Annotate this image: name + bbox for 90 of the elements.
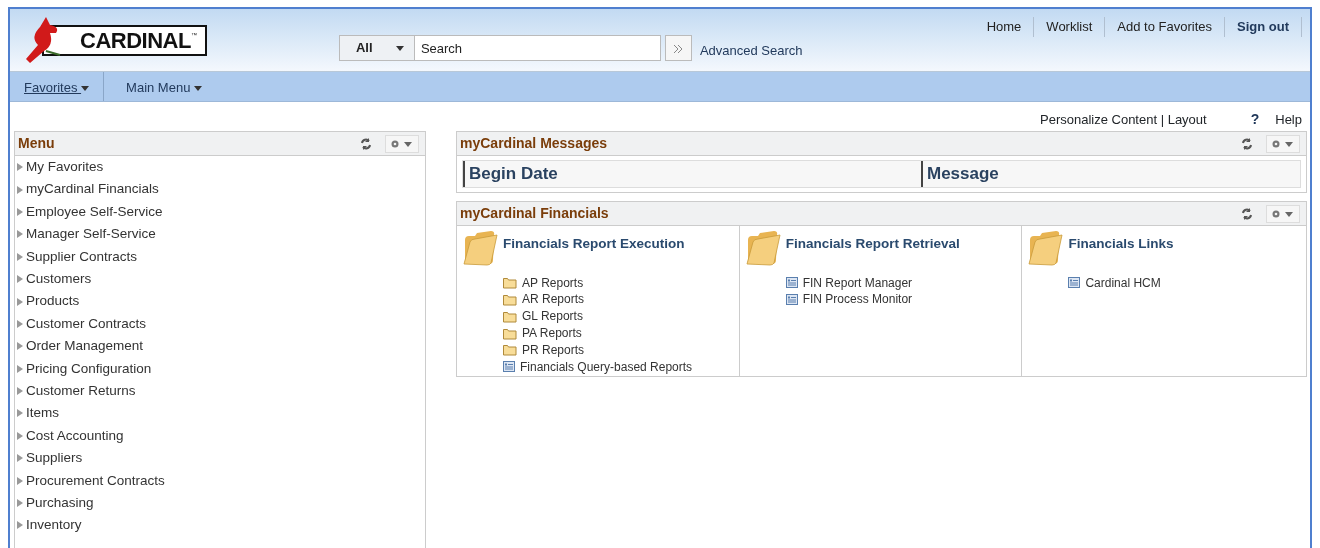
search-button[interactable] xyxy=(664,35,692,61)
header-link[interactable]: Worklist xyxy=(1034,17,1106,37)
report-link[interactable]: PA Reports xyxy=(503,324,693,342)
report-link[interactable]: FIN Process Monitor xyxy=(785,291,960,308)
expand-triangle-icon xyxy=(17,297,23,306)
menu-item[interactable]: Employee Self-Service xyxy=(15,200,425,224)
settings-button[interactable] xyxy=(1266,134,1300,153)
menu-item[interactable]: Order Management xyxy=(15,335,425,358)
caret-icon xyxy=(194,86,202,92)
menu-item[interactable]: Purchasing xyxy=(15,491,425,515)
expand-triangle-icon xyxy=(17,409,23,418)
menu-item[interactable]: Inventory xyxy=(15,514,425,537)
caret-icon xyxy=(81,86,90,92)
header-link[interactable]: Add to Favorites xyxy=(1105,17,1225,37)
report-link[interactable]: AP Reports xyxy=(503,274,693,292)
section-title: Financials Links xyxy=(1068,235,1174,253)
personalize-link[interactable]: Personalize Content | Layout xyxy=(1040,109,1207,130)
expand-triangle-icon xyxy=(17,364,23,373)
page-icon xyxy=(503,361,515,373)
expand-triangle-icon xyxy=(17,163,23,172)
report-link[interactable]: GL Reports xyxy=(503,307,693,325)
sign-out-link[interactable]: Sign out xyxy=(1225,17,1302,37)
menu-item[interactable]: Items xyxy=(15,402,425,425)
expand-triangle-icon xyxy=(17,521,23,530)
page-icon xyxy=(785,293,798,305)
report-link[interactable]: AR Reports xyxy=(503,291,693,308)
gear-icon xyxy=(1271,208,1295,219)
expand-triangle-icon xyxy=(17,342,23,351)
menu-item[interactable]: Pricing Configuration xyxy=(15,357,425,380)
folder-icon xyxy=(745,230,782,266)
expand-triangle-icon xyxy=(17,207,23,216)
folder-icon xyxy=(503,343,517,357)
expand-triangle-icon xyxy=(17,476,23,485)
header-link[interactable]: Home xyxy=(974,17,1035,37)
expand-triangle-icon xyxy=(17,499,23,508)
menu-item[interactable]: Suppliers xyxy=(15,447,425,470)
menu-item[interactable]: Procurement Contracts xyxy=(15,469,425,492)
help-link[interactable]: Help xyxy=(1275,109,1302,130)
double-chevron-icon xyxy=(673,44,684,55)
nav-menu[interactable]: Main Menu xyxy=(104,72,216,101)
folder-icon xyxy=(503,326,517,340)
help-icon: ? xyxy=(1250,109,1260,130)
scope-dropdown[interactable]: All xyxy=(338,35,415,61)
logo-text: CARDINAL xyxy=(80,26,191,55)
menu-item[interactable]: Cost Accounting xyxy=(15,424,425,448)
gear-icon xyxy=(1271,138,1295,149)
expand-triangle-icon xyxy=(17,185,23,194)
section-title: Financials Report Execution xyxy=(503,235,686,253)
expand-triangle-icon xyxy=(17,431,23,440)
search-field[interactable]: Search xyxy=(414,35,661,61)
report-link[interactable]: Cardinal HCM xyxy=(1068,274,1174,292)
expand-triangle-icon xyxy=(17,454,23,463)
section-title: Financials Report Retrieval xyxy=(785,235,960,253)
panel-title: Menu xyxy=(18,134,55,153)
column-header: Begin Date xyxy=(463,161,921,187)
menu-item[interactable]: myCardinal Financials xyxy=(15,178,425,201)
expand-triangle-icon xyxy=(17,252,23,261)
panel-title: myCardinal Messages xyxy=(460,134,608,153)
menu-item[interactable]: My Favorites xyxy=(15,156,425,179)
folder-icon xyxy=(1028,230,1065,266)
menu-item[interactable]: Customers xyxy=(15,267,425,291)
refresh-icon xyxy=(359,136,373,151)
gear-icon xyxy=(390,138,414,149)
settings-button[interactable] xyxy=(385,134,419,153)
settings-button[interactable] xyxy=(1266,204,1300,223)
expand-triangle-icon xyxy=(17,387,23,396)
nav-menu[interactable]: Favorites xyxy=(10,72,105,101)
menu-item[interactable]: Customer Returns xyxy=(15,379,425,403)
expand-triangle-icon xyxy=(17,230,23,239)
folder-icon xyxy=(503,276,517,290)
menu-item[interactable]: Customer Contracts xyxy=(15,312,425,336)
panel-title: myCardinal Financials xyxy=(460,204,609,223)
menu-item[interactable]: Supplier Contracts xyxy=(15,245,425,268)
page-icon xyxy=(1068,277,1081,289)
report-link[interactable]: PR Reports xyxy=(503,341,693,359)
expand-triangle-icon xyxy=(17,275,23,284)
page-icon xyxy=(785,277,798,289)
column-header: Message xyxy=(921,161,1300,187)
advanced-search-link[interactable]: Advanced Search xyxy=(699,41,803,61)
folder-icon xyxy=(463,230,499,266)
folder-icon xyxy=(503,309,517,323)
menu-item[interactable]: Manager Self-Service xyxy=(15,223,425,246)
folder-icon xyxy=(503,292,517,306)
report-link[interactable]: Financials Query-based Reports xyxy=(503,358,693,376)
menu-item[interactable]: Products xyxy=(15,290,425,313)
expand-triangle-icon xyxy=(17,319,23,328)
caret-icon xyxy=(395,45,404,51)
refresh-icon xyxy=(1240,206,1254,221)
report-link[interactable]: FIN Report Manager xyxy=(785,274,960,292)
refresh-icon xyxy=(1240,136,1254,151)
